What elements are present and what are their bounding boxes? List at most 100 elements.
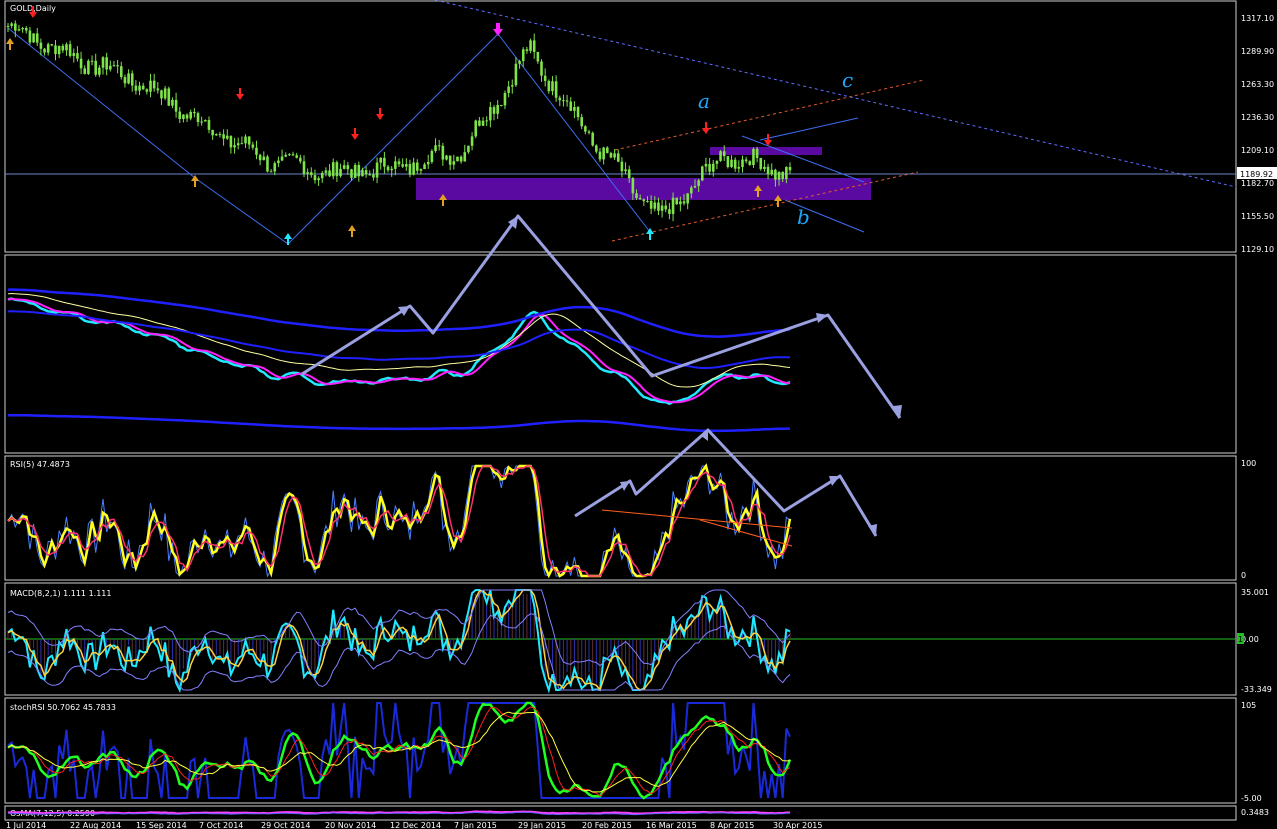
candle-body bbox=[302, 161, 306, 174]
wave-label-a: a bbox=[698, 89, 710, 113]
candle-body bbox=[233, 145, 236, 148]
svg-text:1209.10: 1209.10 bbox=[1241, 146, 1274, 155]
candle-body bbox=[470, 136, 474, 146]
candle-body bbox=[46, 44, 50, 53]
candle-body bbox=[730, 159, 733, 168]
candle-body bbox=[441, 145, 445, 160]
candle-body bbox=[481, 120, 485, 126]
candle-body bbox=[664, 205, 668, 210]
candle-body bbox=[715, 160, 719, 164]
wave-label-b: b bbox=[797, 205, 810, 229]
candle-body bbox=[704, 163, 708, 167]
svg-text:20 Nov 2014: 20 Nov 2014 bbox=[325, 821, 376, 829]
svg-text:1263.30: 1263.30 bbox=[1241, 80, 1274, 89]
candle-body bbox=[445, 155, 448, 160]
candle-body bbox=[105, 57, 108, 70]
candle-body bbox=[211, 129, 214, 136]
candle-body bbox=[291, 154, 295, 156]
svg-text:1317.10: 1317.10 bbox=[1241, 14, 1274, 23]
candle-body bbox=[119, 66, 123, 78]
svg-text:0: 0 bbox=[1241, 571, 1246, 580]
svg-text:1 Jul 2014: 1 Jul 2014 bbox=[6, 821, 46, 829]
stochrsi-title: stochRSI 50.7062 45.7833 bbox=[10, 703, 116, 712]
candle-body bbox=[280, 156, 284, 161]
candle-body bbox=[342, 165, 346, 169]
candle-body bbox=[562, 100, 565, 102]
candle-body bbox=[532, 40, 536, 52]
candle-body bbox=[134, 85, 138, 91]
candle-body bbox=[50, 44, 54, 46]
candle-body bbox=[182, 114, 185, 120]
candle-body bbox=[500, 104, 503, 106]
candle-body bbox=[423, 164, 426, 170]
candle-body bbox=[635, 193, 638, 199]
candle-body bbox=[518, 61, 521, 64]
resistance-zone bbox=[710, 147, 822, 155]
candle-body bbox=[313, 175, 317, 181]
candle-body bbox=[14, 23, 17, 31]
candle-body bbox=[437, 145, 441, 147]
candle-body bbox=[474, 120, 478, 137]
candle-body bbox=[507, 86, 510, 93]
candle-body bbox=[222, 134, 225, 139]
candle-body bbox=[408, 164, 412, 175]
candle-body bbox=[76, 53, 79, 59]
candle-body bbox=[759, 157, 763, 170]
candle-body bbox=[28, 30, 32, 43]
candle-body bbox=[700, 166, 704, 181]
candle-body bbox=[149, 80, 152, 92]
candle-body bbox=[671, 197, 675, 214]
candle-body bbox=[295, 155, 298, 158]
candle-body bbox=[328, 170, 331, 177]
candle-body bbox=[240, 143, 244, 145]
candle-body bbox=[171, 99, 174, 106]
svg-text:29 Oct 2014: 29 Oct 2014 bbox=[261, 821, 310, 829]
candle-body bbox=[744, 159, 748, 162]
candle-body bbox=[163, 88, 167, 99]
candle-body bbox=[492, 107, 496, 114]
candle-body bbox=[536, 51, 540, 62]
svg-text:100: 100 bbox=[1241, 459, 1256, 468]
candle-body bbox=[353, 164, 357, 178]
candle-body bbox=[584, 126, 587, 132]
candle-body bbox=[430, 150, 434, 162]
candle-body bbox=[616, 153, 620, 162]
candle-body bbox=[65, 44, 68, 51]
candle-body bbox=[72, 53, 76, 56]
candle-body bbox=[679, 201, 682, 205]
candle-body bbox=[116, 65, 119, 67]
candle-body bbox=[43, 48, 46, 53]
candle-body bbox=[244, 136, 247, 144]
candle-body bbox=[57, 45, 61, 55]
candle-body bbox=[32, 33, 35, 43]
candle-body bbox=[397, 161, 401, 165]
candle-body bbox=[372, 174, 375, 178]
candle-body bbox=[339, 168, 342, 177]
candle-body bbox=[306, 172, 309, 174]
candle-body bbox=[755, 148, 759, 158]
svg-text:-33.349: -33.349 bbox=[1241, 685, 1272, 694]
svg-text:22 Aug 2014: 22 Aug 2014 bbox=[70, 821, 121, 829]
candle-body bbox=[98, 67, 101, 75]
candle-body bbox=[394, 161, 397, 169]
candle-body bbox=[463, 152, 467, 162]
candle-body bbox=[189, 111, 193, 119]
svg-text:16 Mar 2015: 16 Mar 2015 bbox=[646, 821, 697, 829]
candle-body bbox=[741, 159, 744, 167]
svg-text:1155.50: 1155.50 bbox=[1241, 212, 1274, 221]
svg-text:12 Dec 2014: 12 Dec 2014 bbox=[390, 821, 441, 829]
candle-body bbox=[580, 117, 584, 127]
candle-body bbox=[774, 169, 777, 180]
candle-body bbox=[207, 120, 211, 130]
candle-body bbox=[766, 166, 770, 175]
candle-body bbox=[317, 178, 320, 181]
candle-body bbox=[375, 162, 379, 178]
candle-body bbox=[489, 107, 492, 121]
candle-body bbox=[675, 197, 679, 205]
chart-canvas: GOLD,Daily a b c bbox=[0, 0, 1277, 829]
candle-body bbox=[79, 58, 83, 69]
candle-body bbox=[123, 77, 127, 84]
candle-body bbox=[196, 113, 200, 122]
candle-body bbox=[576, 107, 580, 118]
candle-body bbox=[452, 161, 456, 165]
